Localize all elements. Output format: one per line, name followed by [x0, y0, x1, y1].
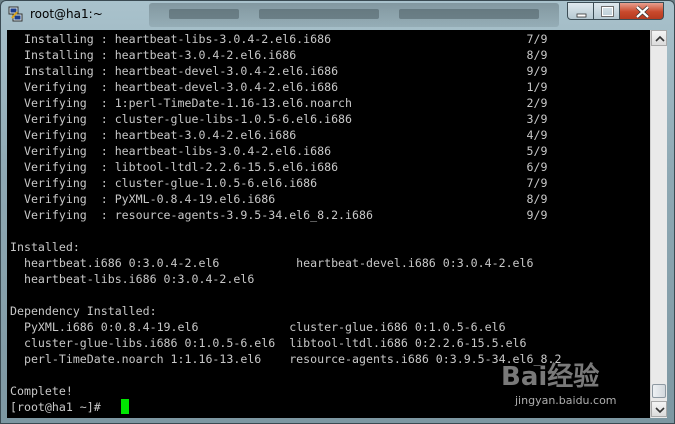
- putty-icon[interactable]: [8, 6, 24, 22]
- blurred-tab: [169, 9, 239, 19]
- close-icon: [635, 5, 650, 19]
- terminal-line: Dependency Installed:: [10, 304, 157, 318]
- terminal-output[interactable]: Installing : heartbeat-libs-3.0.4-2.el6.…: [7, 30, 650, 418]
- terminal-line: heartbeat.i686 0:3.0.4-2.el6 heartbeat-d…: [10, 256, 534, 270]
- terminal-line: Verifying : cluster-glue-1.0.5-6.el6.i68…: [10, 176, 548, 190]
- vertical-scrollbar[interactable]: [650, 30, 667, 418]
- blurred-tab: [259, 9, 379, 19]
- scroll-thumb[interactable]: [652, 384, 666, 398]
- terminal-line: Installed:: [10, 240, 80, 254]
- minimize-icon: [576, 13, 587, 18]
- terminal-line: Verifying : heartbeat-libs-3.0.4-2.el6.i…: [10, 144, 548, 158]
- scroll-up-button[interactable]: [651, 30, 667, 46]
- close-button[interactable]: [619, 2, 664, 20]
- terminal-window: root@ha1:~ Installing : heartbeat-libs-3…: [0, 0, 675, 424]
- background-blur-area: [149, 3, 559, 27]
- blurred-tab: [399, 9, 539, 19]
- scroll-down-button[interactable]: [651, 401, 667, 417]
- text-cursor: [121, 399, 129, 414]
- terminal-line: cluster-glue-libs.i686 0:1.0.5-6.el6 lib…: [10, 336, 527, 350]
- terminal-line: Verifying : libtool-ltdl-2.2.6-15.5.el6.…: [10, 160, 548, 174]
- terminal-line: Verifying : PyXML-0.8.4-19.el6.i686 8/9: [10, 192, 548, 206]
- maximize-button[interactable]: [593, 2, 620, 20]
- terminal-line: Verifying : resource-agents-3.9.5-34.el6…: [10, 208, 548, 222]
- terminal-line: Verifying : heartbeat-3.0.4-2.el6.i686 4…: [10, 128, 548, 142]
- terminal-line: Installing : heartbeat-3.0.4-2.el6.i686 …: [10, 48, 548, 62]
- terminal-line: PyXML.i686 0:0.8.4-19.el6 cluster-glue.i…: [10, 320, 506, 334]
- arrow-down-icon: [655, 407, 665, 414]
- minimize-button[interactable]: [567, 2, 594, 20]
- terminal-line: Installing : heartbeat-devel-3.0.4-2.el6…: [10, 64, 548, 78]
- terminal-line: Verifying : cluster-glue-libs-1.0.5-6.el…: [10, 112, 548, 126]
- maximize-icon: [601, 6, 614, 17]
- terminal-line: heartbeat-libs.i686 0:3.0.4-2.el6: [10, 272, 255, 286]
- terminal-line: Complete!: [10, 384, 73, 398]
- title-bar[interactable]: root@ha1:~: [1, 1, 674, 29]
- terminal-line: Verifying : 1:perl-TimeDate-1.16-13.el6.…: [10, 96, 548, 110]
- window-title: root@ha1:~: [30, 7, 103, 21]
- terminal-line: Verifying : heartbeat-devel-3.0.4-2.el6.…: [10, 80, 548, 94]
- terminal-line: Installing : heartbeat-libs-3.0.4-2.el6.…: [10, 32, 548, 46]
- arrow-up-icon: [655, 35, 665, 42]
- terminal-line: perl-TimeDate.noarch 1:1.16-13.el6 resou…: [10, 352, 562, 366]
- shell-prompt: [root@ha1 ~]#: [10, 400, 108, 414]
